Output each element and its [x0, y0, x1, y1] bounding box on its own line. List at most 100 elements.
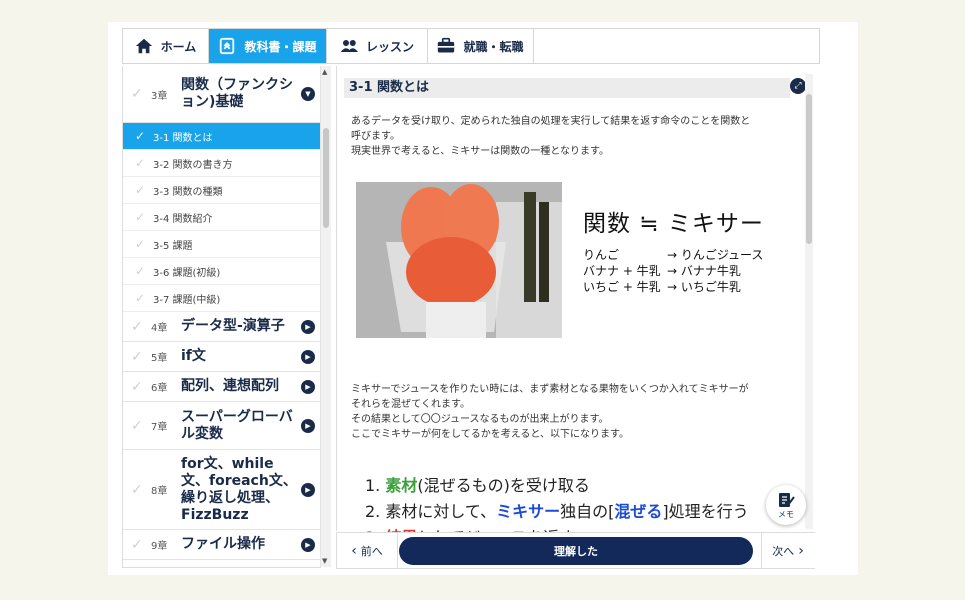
check-icon: ✓ — [135, 210, 146, 224]
chapter-3[interactable]: ✓ 3章 関数（ファンクション)基礎 ▼ — [123, 66, 321, 123]
sub-label: 3-1 関数とは — [153, 132, 213, 144]
chapter-title: ファイル操作 — [181, 536, 265, 552]
sub-label: 3-4 関数紹介 — [153, 213, 213, 225]
chapter-number: 6章 — [151, 383, 168, 394]
check-icon: ✓ — [135, 291, 146, 305]
tab-textbook-label: 教科書・課題 — [244, 39, 317, 54]
sidebar-scroll-thumb[interactable] — [323, 128, 329, 228]
step-1: 1. 素材(混ぜるもの)を受け取る — [365, 472, 590, 496]
intro-line-1: あるデータを受け取り、定められた独自の処理を実行して結果を返す命令のことを関数と — [351, 116, 751, 127]
chapter-number: 7章 — [151, 422, 168, 433]
step-highlight: 混ぜる — [614, 502, 663, 521]
recipe-row: りんご → りんごジュース — [583, 246, 783, 262]
tab-home[interactable]: ホーム — [123, 29, 209, 63]
tab-career[interactable]: 就職・転職 — [428, 29, 534, 63]
tab-career-label: 就職・転職 — [463, 39, 524, 54]
sidebar-item-3-7[interactable]: ✓ 3-7 課題(中級) — [123, 285, 321, 312]
sidebar-item-3-2[interactable]: ✓ 3-2 関数の書き方 — [123, 150, 321, 177]
body-line-1: ミキサーでジュースを作りたい時には、まず素材となる果物をいくつか入れてミキサーが — [351, 384, 749, 395]
chevron-left-icon: ‹ — [351, 542, 357, 559]
chevron-right-icon: › — [798, 542, 804, 559]
recipe-output: → バナナ牛乳 — [667, 264, 741, 278]
scroll-up-icon[interactable]: ▲ — [322, 68, 327, 76]
recipe-input: いちご + 牛乳 — [583, 280, 661, 294]
chevron-right-icon[interactable]: ▶ — [301, 482, 315, 497]
chevron-right-icon[interactable]: ▶ — [301, 349, 315, 364]
prev-button[interactable]: ‹ 前へ — [337, 533, 398, 568]
tab-lesson-label: レッスン — [365, 39, 414, 54]
chapter-9[interactable]: ✓ 9章 ファイル操作 ▶ — [123, 530, 321, 560]
step-number: 1. — [365, 476, 386, 495]
sidebar-scrollbar[interactable]: ▲ ▼ — [320, 66, 331, 567]
chapter-7[interactable]: ✓ 7章 スーパーグローバル変数 ▶ — [123, 402, 321, 450]
tab-textbook[interactable]: 教科書・課題 — [209, 29, 327, 63]
tab-lesson[interactable]: レッスン — [327, 29, 428, 63]
step-text: ]処理を行う — [662, 502, 749, 521]
sidebar-item-3-5[interactable]: ✓ 3-5 課題 — [123, 231, 321, 258]
check-icon: ✓ — [135, 129, 146, 143]
sub-label: 3-7 課題(中級) — [153, 294, 221, 306]
top-nav: ホーム 教科書・課題 レッスン 就職・転職 — [122, 28, 820, 64]
chapter-title: スーパーグローバル変数 — [181, 408, 293, 442]
chevron-right-icon[interactable]: ▶ — [301, 379, 315, 394]
prev-label: 前へ — [360, 544, 383, 558]
check-icon: ✓ — [131, 481, 143, 498]
chevron-right-icon[interactable]: ▶ — [301, 319, 315, 334]
content-scroll-thumb[interactable] — [806, 94, 812, 244]
sub-label: 3-5 課題 — [153, 240, 193, 252]
chapter-title: データ型-演算子 — [181, 318, 285, 334]
recipe-row: いちご + 牛乳 → いちご牛乳 — [583, 278, 783, 294]
body-line-4: ここでミキサーが何をしてるかを考えると、以下になります。 — [351, 429, 629, 440]
check-icon: ✓ — [135, 264, 146, 278]
chapter-number: 8章 — [151, 486, 168, 497]
tab-home-label: ホーム — [160, 39, 197, 54]
body-line-2: それらを混ぜてくれます。 — [351, 399, 470, 410]
chapter-title: 関数（ファンクション)基礎 — [181, 77, 293, 110]
step-text: (混ぜるもの)を受け取る — [417, 476, 590, 495]
briefcase-icon — [438, 37, 455, 53]
check-icon: ✓ — [131, 536, 143, 553]
expand-icon[interactable]: ⤢ — [790, 78, 806, 94]
check-icon: ✓ — [135, 183, 146, 197]
sidebar-item-3-6[interactable]: ✓ 3-6 課題(初級) — [123, 258, 321, 285]
intro-line-2: 呼びます。 — [351, 131, 400, 142]
chevron-down-icon[interactable]: ▼ — [301, 87, 315, 101]
sub-label: 3-6 課題(初級) — [153, 267, 221, 279]
step-2: 2. 素材に対して、ミキサー独自の[混ぜる]処理を行う — [365, 498, 749, 522]
content-scrollbar[interactable] — [805, 74, 813, 529]
chapter-6[interactable]: ✓ 6章 配列、連想配列 ▶ — [123, 372, 321, 402]
memo-icon — [779, 492, 795, 507]
check-icon: ✓ — [131, 417, 143, 434]
chapter-5[interactable]: ✓ 5章 if文 ▶ — [123, 342, 321, 372]
recipe-row: バナナ + 牛乳 → バナナ牛乳 — [583, 262, 783, 278]
chapter-title: if文 — [181, 348, 206, 364]
next-button[interactable]: 次へ › — [761, 533, 814, 568]
recipe-input: りんご — [583, 248, 620, 262]
chapter-title: for文、while文、foreach文、繰り返し処理、FizzBuzz — [181, 455, 297, 523]
chapter-4[interactable]: ✓ 4章 データ型-演算子 ▶ — [123, 312, 321, 342]
check-icon: ✓ — [131, 86, 143, 102]
understand-button[interactable]: 理解した — [399, 537, 753, 565]
intro-text: あるデータを受け取り、定められた独自の処理を実行して結果を返す命令のことを関数と… — [351, 114, 801, 159]
check-icon: ✓ — [135, 156, 146, 170]
check-icon: ✓ — [131, 318, 143, 335]
lesson-footer: ‹ 前へ 理解した 次へ › — [336, 532, 815, 569]
sidebar-item-3-1[interactable]: ✓ 3-1 関数とは — [123, 123, 321, 150]
chevron-right-icon[interactable]: ▶ — [301, 537, 315, 552]
memo-button[interactable]: メモ — [766, 485, 806, 525]
chevron-right-icon[interactable]: ▶ — [301, 418, 315, 433]
scroll-down-icon[interactable]: ▼ — [322, 557, 327, 565]
sidebar-item-3-3[interactable]: ✓ 3-3 関数の種類 — [123, 177, 321, 204]
body-line-3: その結果として〇〇ジュースなるものが出来上がります。 — [351, 414, 609, 425]
home-icon — [135, 38, 152, 54]
check-icon: ✓ — [131, 378, 143, 395]
mixer-photo — [356, 182, 562, 338]
recipe-output: → いちご牛乳 — [667, 280, 741, 294]
people-icon — [340, 40, 358, 52]
app-card: ホーム 教科書・課題 レッスン 就職・転職 ✓ 3章 関数（ファンクション)基礎… — [108, 22, 858, 575]
step-highlight: 素材 — [385, 476, 418, 495]
chapter-number: 4章 — [151, 323, 168, 334]
sidebar-item-3-4[interactable]: ✓ 3-4 関数紹介 — [123, 204, 321, 231]
chapter-8[interactable]: ✓ 8章 for文、while文、foreach文、繰り返し処理、FizzBuz… — [123, 450, 321, 530]
intro-line-3: 現実世界で考えると、ミキサーは関数の一種となります。 — [351, 146, 609, 157]
